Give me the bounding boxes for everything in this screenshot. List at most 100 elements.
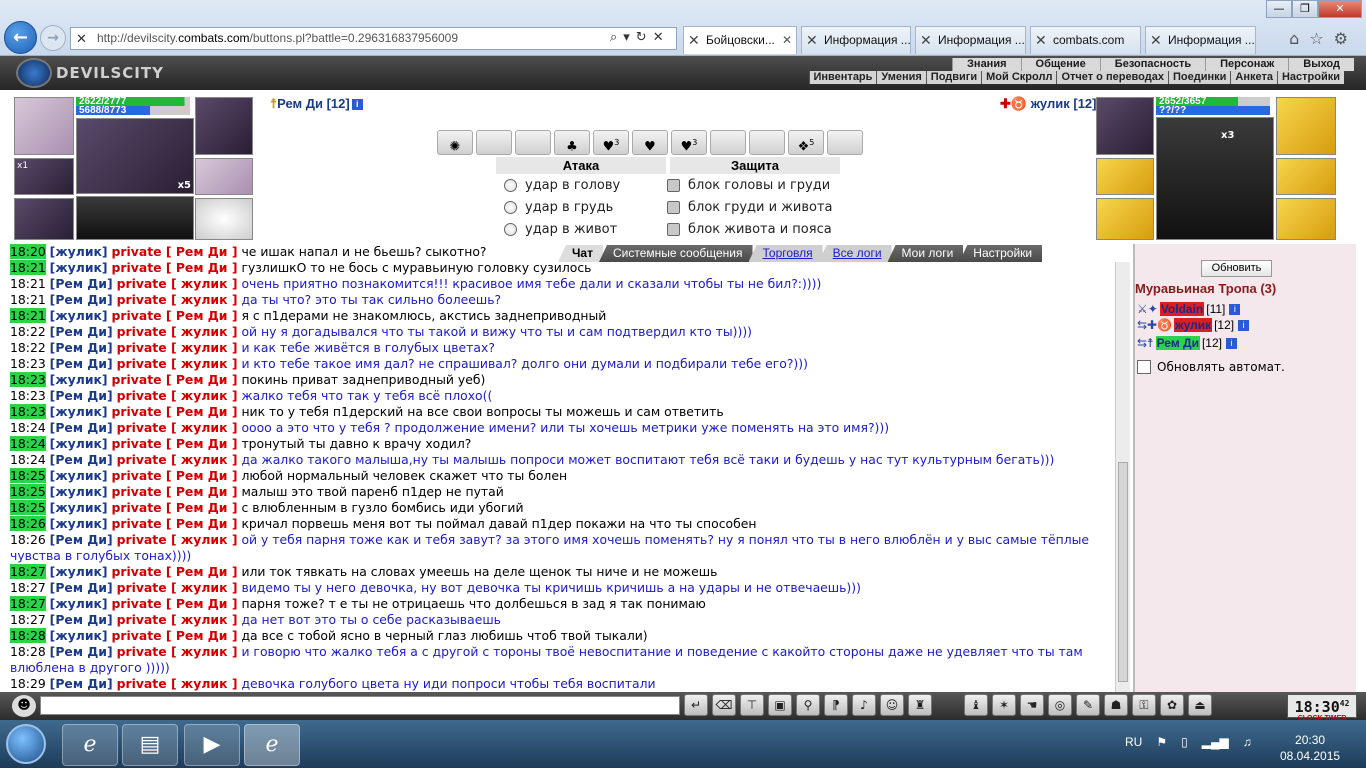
chat-tab[interactable]: Мои логи (887, 245, 964, 262)
mask-icon[interactable]: ☗ (1104, 694, 1128, 716)
submenu-item[interactable]: Отчет о переводах (1056, 71, 1168, 84)
my-character-name[interactable]: ☨Рем Ди [12] i (270, 96, 363, 112)
message-sender[interactable]: [Рем Ди] (50, 292, 113, 307)
scroll-thumb[interactable] (1118, 462, 1128, 682)
scroll-slot[interactable] (749, 130, 785, 155)
ring-icon[interactable]: ◎ (1048, 694, 1072, 716)
submenu-item[interactable]: Анкета (1230, 71, 1277, 84)
lock-icon[interactable]: ⚿ (1132, 694, 1156, 716)
message-sender[interactable]: [жулик] (50, 372, 108, 387)
private-recipient[interactable]: private [ Рем Ди ] (112, 500, 238, 515)
private-recipient[interactable]: private [ жулик ] (117, 644, 238, 659)
gloves-slot[interactable] (195, 158, 253, 195)
walk-icon[interactable]: ⚲ (796, 694, 820, 716)
message-sender[interactable]: [жулик] (50, 564, 108, 579)
message-sender[interactable]: [Рем Ди] (50, 532, 113, 547)
auto-refresh-checkbox[interactable] (1137, 360, 1151, 374)
private-recipient[interactable]: private [ Рем Ди ] (112, 436, 238, 451)
private-recipient[interactable]: private [ Рем Ди ] (112, 516, 238, 531)
attack-radio[interactable] (504, 201, 517, 214)
message-sender[interactable]: [жулик] (50, 516, 108, 531)
home-icon[interactable]: ⌂ (1289, 29, 1309, 48)
enemy-bracer-slot[interactable] (1096, 158, 1154, 195)
private-recipient[interactable]: private [ Рем Ди ] (112, 564, 238, 579)
defense-option[interactable]: блок груди и живота (667, 200, 833, 215)
maximize-button[interactable]: ❐ (1292, 0, 1318, 18)
enter-icon[interactable]: ↵ (684, 694, 708, 716)
attack-option[interactable]: удар в голову (504, 178, 620, 193)
pet-icon[interactable]: ✿ (1160, 694, 1184, 716)
pointer-icon[interactable]: ☚ (1020, 694, 1044, 716)
player-entry[interactable]: ⇆☨ Рем Ди [12] i (1137, 336, 1237, 350)
info-icon[interactable]: i (1229, 303, 1241, 315)
browser-tab[interactable]: ✕ Информация ... (801, 26, 911, 54)
message-sender[interactable]: [Рем Ди] (50, 356, 113, 371)
start-button[interactable] (6, 724, 46, 764)
close-window-button[interactable]: ✕ (1318, 0, 1362, 18)
ie-active-taskbar-icon[interactable]: ℯ (244, 724, 300, 766)
weapon-slot[interactable] (14, 198, 74, 240)
bag-icon[interactable]: ♝ (964, 694, 988, 716)
private-recipient[interactable]: private [ жулик ] (117, 340, 238, 355)
private-recipient[interactable]: private [ Рем Ди ] (112, 404, 238, 419)
chat-tab[interactable]: Системные сообщения (598, 245, 753, 262)
private-recipient[interactable]: private [ жулик ] (117, 276, 238, 291)
submenu-item[interactable]: Настройки (1276, 71, 1344, 84)
private-recipient[interactable]: private [ жулик ] (117, 676, 238, 691)
bracer-slot[interactable]: x1 (14, 158, 74, 195)
submenu-item[interactable]: Мой Скролл (981, 71, 1057, 84)
scroll-slot[interactable] (710, 130, 746, 155)
enemy-helmet-slot[interactable] (1096, 97, 1154, 155)
auto-refresh[interactable]: Обновлять автомат. (1137, 360, 1285, 374)
message-sender[interactable]: [жулик] (50, 308, 108, 323)
player-entry[interactable]: ⚔✦ Voldain [11] i (1137, 302, 1241, 316)
message-sender[interactable]: [жулик] (50, 244, 108, 259)
scroll-slot[interactable] (515, 130, 551, 155)
tab-close-icon[interactable]: ✕ (782, 27, 792, 53)
enemy-weapon-slot[interactable] (1096, 198, 1154, 240)
scroll-slot[interactable]: ✺ (437, 130, 473, 155)
menu-item[interactable]: Общение (1020, 58, 1100, 71)
private-recipient[interactable]: private [ жулик ] (117, 420, 238, 435)
message-sender[interactable]: [Рем Ди] (50, 420, 113, 435)
private-recipient[interactable]: private [ Рем Ди ] (112, 372, 238, 387)
signal-icon[interactable]: ▂▄▆ (1202, 735, 1229, 749)
scroll-slot[interactable]: ❖5 (788, 130, 824, 155)
eraser-icon[interactable]: ⌫ (712, 694, 736, 716)
system-clock[interactable]: 20:30 08.04.2015 (1280, 732, 1340, 764)
message-sender[interactable]: [Рем Ди] (50, 388, 113, 403)
minimize-button[interactable]: — (1266, 0, 1292, 18)
message-sender[interactable]: [Рем Ди] (50, 612, 113, 627)
refresh-button[interactable]: Обновить (1201, 260, 1272, 277)
attack-radio[interactable] (504, 223, 517, 236)
defense-option[interactable]: блок живота и пояса (667, 222, 832, 237)
message-sender[interactable]: [Рем Ди] (50, 676, 113, 691)
message-sender[interactable]: [жулик] (50, 468, 108, 483)
message-sender[interactable]: [жулик] (50, 436, 108, 451)
gear-icon[interactable]: ⚙ (1334, 29, 1358, 48)
message-sender[interactable]: [Рем Ди] (50, 644, 113, 659)
message-sender[interactable]: [жулик] (50, 628, 108, 643)
menu-item[interactable]: Знания (952, 58, 1021, 71)
message-sender[interactable]: [Рем Ди] (50, 452, 113, 467)
address-tools[interactable]: ⌕▾↻✕ (610, 30, 670, 45)
browser-tab[interactable]: ✕ Информация ... (915, 26, 1026, 54)
scroll-slot[interactable]: ♣ (554, 130, 590, 155)
scroll-slot[interactable]: ♥ (632, 130, 668, 155)
attack-option[interactable]: удар в грудь (504, 200, 613, 215)
submenu-item[interactable]: Поединки (1167, 71, 1231, 84)
private-recipient[interactable]: private [ жулик ] (117, 388, 238, 403)
private-recipient[interactable]: private [ Рем Ди ] (112, 596, 238, 611)
info-icon[interactable]: i (351, 99, 363, 111)
attack-option[interactable]: удар в живот (504, 222, 617, 237)
menu-item[interactable]: Безопасность (1099, 58, 1206, 71)
chat-input[interactable] (40, 696, 680, 715)
browser-tab[interactable]: ✕ Бойцовски... ✕ (683, 26, 797, 54)
private-recipient[interactable]: private [ Рем Ди ] (112, 468, 238, 483)
exit-icon[interactable]: ⏏ (1188, 694, 1212, 716)
magic-icon[interactable]: ✶ (992, 694, 1016, 716)
scroll-slot[interactable] (827, 130, 863, 155)
helmet-slot[interactable] (14, 97, 74, 155)
save-icon[interactable]: ▣ (768, 694, 792, 716)
message-sender[interactable]: [Рем Ди] (50, 276, 113, 291)
